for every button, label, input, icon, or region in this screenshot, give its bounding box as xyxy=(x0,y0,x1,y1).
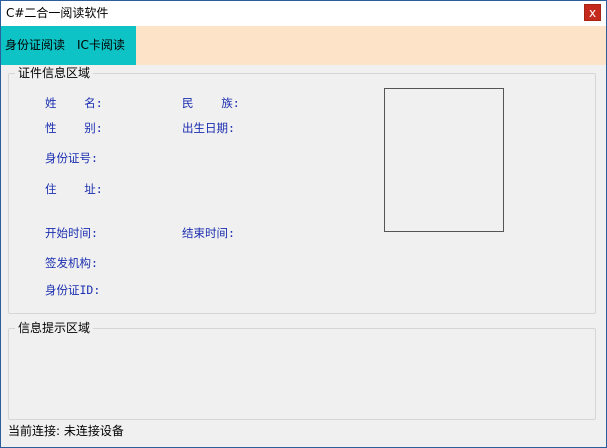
tips-legend: 信息提示区域 xyxy=(15,321,94,335)
issuing-authority-label: 签发机构: xyxy=(45,256,98,270)
start-date-label: 开始时间: xyxy=(45,226,98,240)
tab-id-card-read[interactable]: 身份证阅读 xyxy=(5,38,65,52)
id-number-label: 身份证号: xyxy=(45,151,98,165)
id-photo-box xyxy=(384,88,504,232)
tab-ic-card-read[interactable]: IC卡阅读 xyxy=(77,38,125,52)
nation-label: 民 族: xyxy=(182,96,240,110)
end-date-label: 结束时间: xyxy=(182,226,235,240)
main-window: C#二合一阅读软件 x 身份证阅读 IC卡阅读 证件信息区域 姓 名: 民 族:… xyxy=(0,0,607,448)
birth-date-label: 出生日期: xyxy=(182,121,235,135)
tips-group: 信息提示区域 xyxy=(8,321,596,420)
name-label: 姓 名: xyxy=(45,96,103,110)
title-bar[interactable]: C#二合一阅读软件 x xyxy=(1,1,606,26)
toolbar: 身份证阅读 IC卡阅读 xyxy=(1,26,606,65)
close-button[interactable]: x xyxy=(584,4,601,21)
window-title: C#二合一阅读软件 xyxy=(6,6,109,20)
id-info-legend: 证件信息区域 xyxy=(15,66,94,80)
connection-status: 当前连接: 未连接设备 xyxy=(8,424,124,438)
card-id-label: 身份证ID: xyxy=(45,283,101,297)
gender-label: 性 别: xyxy=(45,121,103,135)
address-label: 住 址: xyxy=(45,182,103,196)
reader-tabs: 身份证阅读 IC卡阅读 xyxy=(1,26,136,65)
